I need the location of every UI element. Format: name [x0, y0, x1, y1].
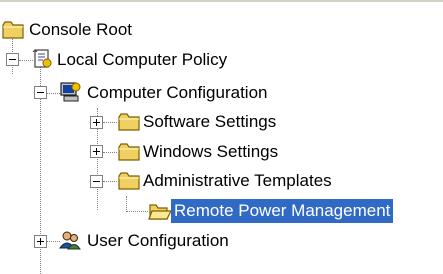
tree-node-label: Administrative Templates	[143, 171, 332, 190]
tree-node-software-settings[interactable]: Software Settings	[0, 107, 279, 137]
tree-node-label: User Configuration	[87, 231, 229, 250]
tree-node-label: Software Settings	[143, 112, 277, 131]
tree-node-console-root[interactable]: Console Root	[0, 15, 135, 45]
tree-node-windows-settings[interactable]: Windows Settings	[0, 137, 281, 167]
folder-icon	[118, 172, 140, 190]
users-icon	[59, 231, 81, 250]
policy-scroll-icon	[32, 49, 52, 68]
tree-node-administrative-templates[interactable]: Administrative Templates	[0, 166, 335, 196]
tree-node-label: Local Computer Policy	[57, 50, 228, 69]
tree-node-label: Windows Settings	[143, 142, 279, 161]
console-tree: Console Root Local Computer Policy Compu…	[0, 0, 443, 274]
folder-icon	[2, 21, 24, 39]
computer-icon	[60, 82, 81, 102]
tree-node-label: Console Root	[29, 20, 133, 39]
folder-icon	[118, 113, 140, 131]
open-folder-icon	[148, 204, 172, 220]
tree-node-local-computer-policy[interactable]: Local Computer Policy	[0, 45, 230, 75]
tree-node-label: Computer Configuration	[87, 83, 268, 102]
tree-node-user-configuration[interactable]: User Configuration	[0, 226, 232, 256]
tree-node-remote-power-management[interactable]: Remote Power Management	[0, 196, 394, 226]
tree-node-label: Remote Power Management	[171, 199, 394, 223]
tree-node-computer-configuration[interactable]: Computer Configuration	[0, 78, 270, 108]
folder-icon	[118, 143, 140, 161]
pane-top-border	[0, 0, 443, 2]
